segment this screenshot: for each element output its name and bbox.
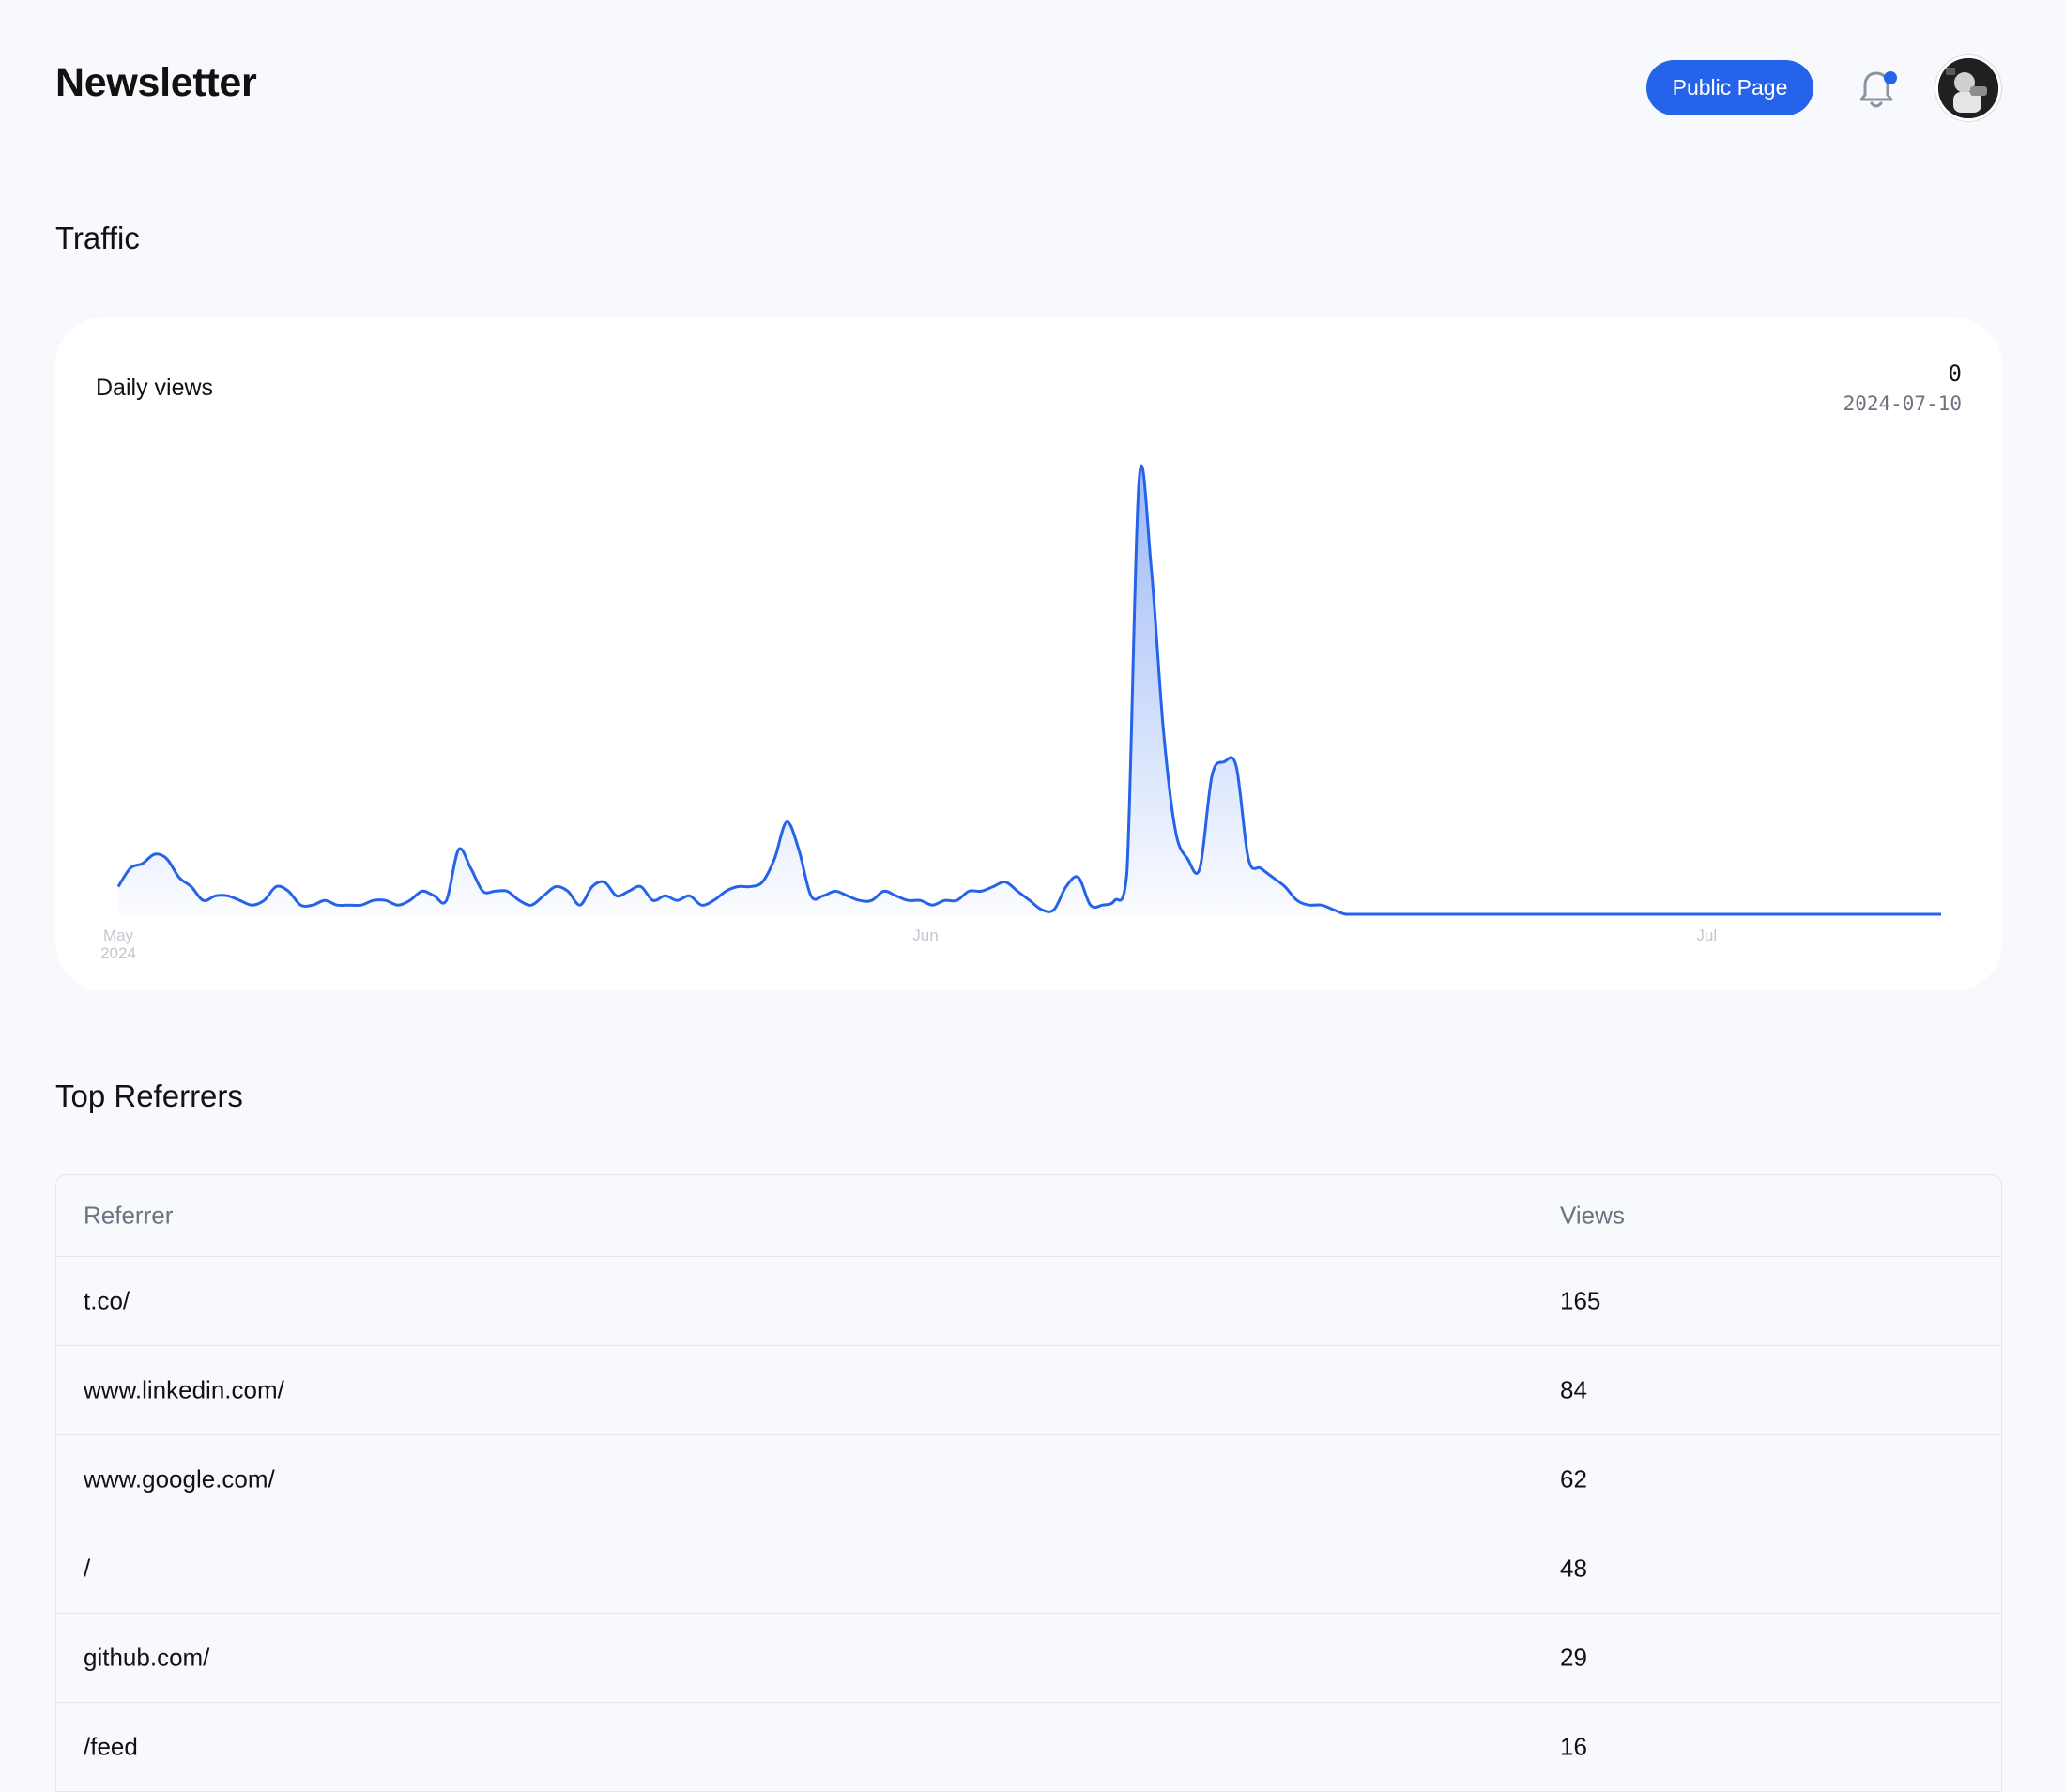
- views-cell: 48: [1560, 1554, 1587, 1583]
- referrer-cell: www.google.com/: [84, 1464, 275, 1493]
- hover-value-readout: 0: [1948, 360, 1962, 387]
- public-page-button[interactable]: Public Page: [1646, 60, 1813, 115]
- traffic-chart-card: May 2024 Jun Jul Daily views 0 2024-07-10: [55, 317, 2002, 991]
- series-area-0: [118, 466, 1941, 914]
- x-tick-label-0: May: [103, 927, 134, 944]
- traffic-section-title: Traffic: [55, 221, 140, 255]
- referrers-table: Referrer Views t.co/ 165 www.linkedin.co…: [55, 1174, 2002, 1792]
- notifications-button[interactable]: [1856, 66, 1897, 113]
- views-cell: 165: [1560, 1286, 1601, 1315]
- views-cell: 62: [1560, 1464, 1587, 1493]
- referrer-cell: github.com/: [84, 1643, 210, 1672]
- table-row: github.com/ 29: [56, 1614, 2001, 1703]
- referrer-cell: /feed: [84, 1732, 138, 1761]
- table-row: www.linkedin.com/ 84: [56, 1346, 2001, 1435]
- daily-views-chart: May2024 Jun Jul: [100, 464, 1941, 962]
- chart-title: Daily views: [96, 375, 214, 401]
- x-tick-sublabel-0: 2024: [100, 944, 136, 962]
- table-row: /feed 16: [56, 1703, 2001, 1792]
- views-cell: 16: [1560, 1732, 1587, 1761]
- avatar[interactable]: [1938, 58, 1998, 118]
- page-title: Newsletter: [55, 60, 257, 105]
- table-header-row: Referrer Views: [56, 1175, 2001, 1257]
- views-cell: 29: [1560, 1643, 1587, 1672]
- table-row: / 48: [56, 1524, 2001, 1614]
- column-header-views: Views: [1560, 1201, 1625, 1230]
- x-tick-label-1: Jun: [912, 927, 938, 944]
- table-row: t.co/ 165: [56, 1257, 2001, 1346]
- table-row: www.google.com/ 62: [56, 1435, 2001, 1524]
- notification-dot: [1884, 71, 1897, 84]
- views-cell: 84: [1560, 1375, 1587, 1404]
- referrer-cell: www.linkedin.com/: [84, 1375, 284, 1404]
- referrer-cell: /: [84, 1554, 91, 1583]
- referrers-section-title: Top Referrers: [55, 1079, 243, 1113]
- referrer-cell: t.co/: [84, 1286, 130, 1315]
- series-line-0: [116, 464, 1941, 916]
- column-header-referrer: Referrer: [84, 1201, 174, 1230]
- hover-date-readout: 2024-07-10: [1843, 392, 1962, 415]
- x-tick-label-2: Jul: [1696, 927, 1717, 944]
